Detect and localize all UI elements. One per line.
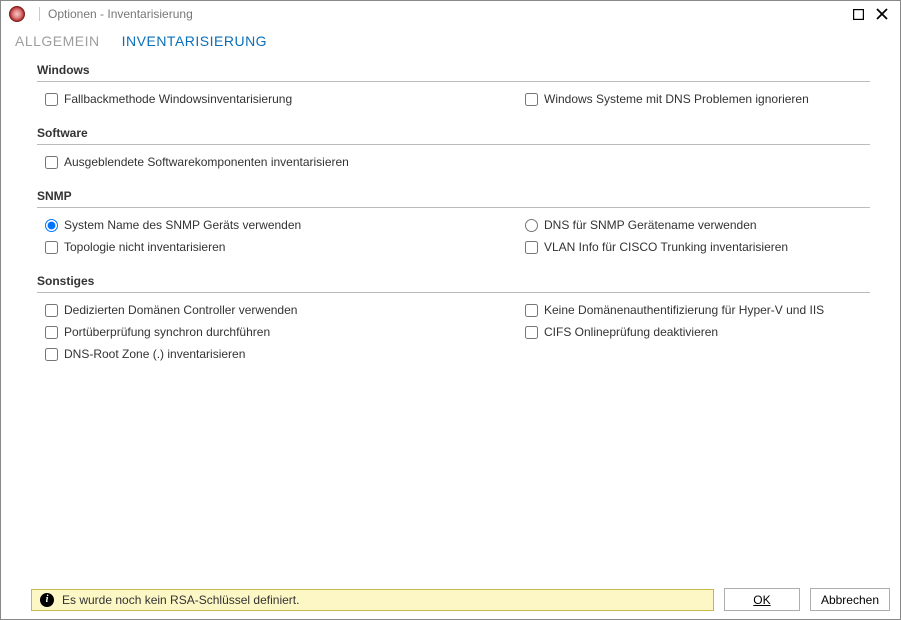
footer: i Es wurde noch kein RSA-Schlüssel defin… (1, 582, 900, 619)
cancel-button[interactable]: Abbrechen (810, 588, 890, 611)
radio-snmp-system-name[interactable] (45, 219, 58, 232)
info-icon: i (40, 593, 54, 607)
label-dedicated-dc[interactable]: Dedizierten Domänen Controller verwenden (64, 303, 297, 317)
option-vlan-cisco[interactable]: VLAN Info für CISCO Trunking inventarisi… (517, 240, 870, 254)
label-port-sync[interactable]: Portüberprüfung synchron durchführen (64, 325, 270, 339)
checkbox-port-sync[interactable] (45, 326, 58, 339)
info-bar: i Es wurde noch kein RSA-Schlüssel defin… (31, 589, 714, 611)
option-hidden-components[interactable]: Ausgeblendete Softwarekomponenten invent… (37, 155, 517, 169)
label-vlan-cisco[interactable]: VLAN Info für CISCO Trunking inventarisi… (544, 240, 788, 254)
label-hidden-components[interactable]: Ausgeblendete Softwarekomponenten invent… (64, 155, 349, 169)
section-windows: Windows Fallbackmethode Windowsinventari… (37, 63, 870, 106)
section-misc: Sonstiges Dedizierten Domänen Controller… (37, 274, 870, 361)
label-snmp-system-name[interactable]: System Name des SNMP Geräts verwenden (64, 218, 301, 232)
label-cifs-off[interactable]: CIFS Onlineprüfung deaktivieren (544, 325, 718, 339)
checkbox-fallback-windows[interactable] (45, 93, 58, 106)
content: Windows Fallbackmethode Windowsinventari… (1, 59, 900, 582)
tab-inventory[interactable]: INVENTARISIERUNG (122, 33, 267, 49)
ok-button[interactable]: OK (724, 588, 800, 611)
maximize-button[interactable] (846, 4, 870, 24)
title-separator (39, 7, 40, 21)
label-no-domain-auth[interactable]: Keine Domänenauthentifizierung für Hyper… (544, 303, 824, 317)
option-snmp-system-name[interactable]: System Name des SNMP Geräts verwenden (37, 218, 517, 232)
section-snmp: SNMP System Name des SNMP Geräts verwend… (37, 189, 870, 254)
option-dns-root[interactable]: DNS-Root Zone (.) inventarisieren (37, 347, 517, 361)
tabstrip: ALLGEMEIN INVENTARISIERUNG (1, 27, 900, 59)
option-dedicated-dc[interactable]: Dedizierten Domänen Controller verwenden (37, 303, 517, 317)
option-cifs-off[interactable]: CIFS Onlineprüfung deaktivieren (517, 325, 870, 339)
section-snmp-title: SNMP (37, 189, 870, 208)
checkbox-cifs-off[interactable] (525, 326, 538, 339)
radio-snmp-dns-name[interactable] (525, 219, 538, 232)
label-snmp-dns-name[interactable]: DNS für SNMP Gerätename verwenden (544, 218, 757, 232)
section-misc-title: Sonstiges (37, 274, 870, 293)
app-icon (9, 6, 25, 22)
checkbox-vlan-cisco[interactable] (525, 241, 538, 254)
label-fallback-windows[interactable]: Fallbackmethode Windowsinventarisierung (64, 92, 292, 106)
option-ignore-dns[interactable]: Windows Systeme mit DNS Problemen ignori… (517, 92, 870, 106)
titlebar: Optionen - Inventarisierung (1, 1, 900, 27)
label-dns-root[interactable]: DNS-Root Zone (.) inventarisieren (64, 347, 245, 361)
option-no-domain-auth[interactable]: Keine Domänenauthentifizierung für Hyper… (517, 303, 870, 317)
tab-general[interactable]: ALLGEMEIN (15, 33, 100, 49)
option-snmp-dns-name[interactable]: DNS für SNMP Gerätename verwenden (517, 218, 870, 232)
checkbox-ignore-dns[interactable] (525, 93, 538, 106)
section-software-title: Software (37, 126, 870, 145)
checkbox-dns-root[interactable] (45, 348, 58, 361)
checkbox-no-domain-auth[interactable] (525, 304, 538, 317)
section-software: Software Ausgeblendete Softwarekomponent… (37, 126, 870, 169)
checkbox-no-topology[interactable] (45, 241, 58, 254)
checkbox-dedicated-dc[interactable] (45, 304, 58, 317)
section-windows-title: Windows (37, 63, 870, 82)
window-title: Optionen - Inventarisierung (48, 7, 193, 21)
checkbox-hidden-components[interactable] (45, 156, 58, 169)
option-port-sync[interactable]: Portüberprüfung synchron durchführen (37, 325, 517, 339)
close-button[interactable] (870, 4, 894, 24)
label-ignore-dns[interactable]: Windows Systeme mit DNS Problemen ignori… (544, 92, 809, 106)
info-text: Es wurde noch kein RSA-Schlüssel definie… (62, 593, 299, 607)
option-fallback-windows[interactable]: Fallbackmethode Windowsinventarisierung (37, 92, 517, 106)
option-no-topology[interactable]: Topologie nicht inventarisieren (37, 240, 517, 254)
label-no-topology[interactable]: Topologie nicht inventarisieren (64, 240, 225, 254)
